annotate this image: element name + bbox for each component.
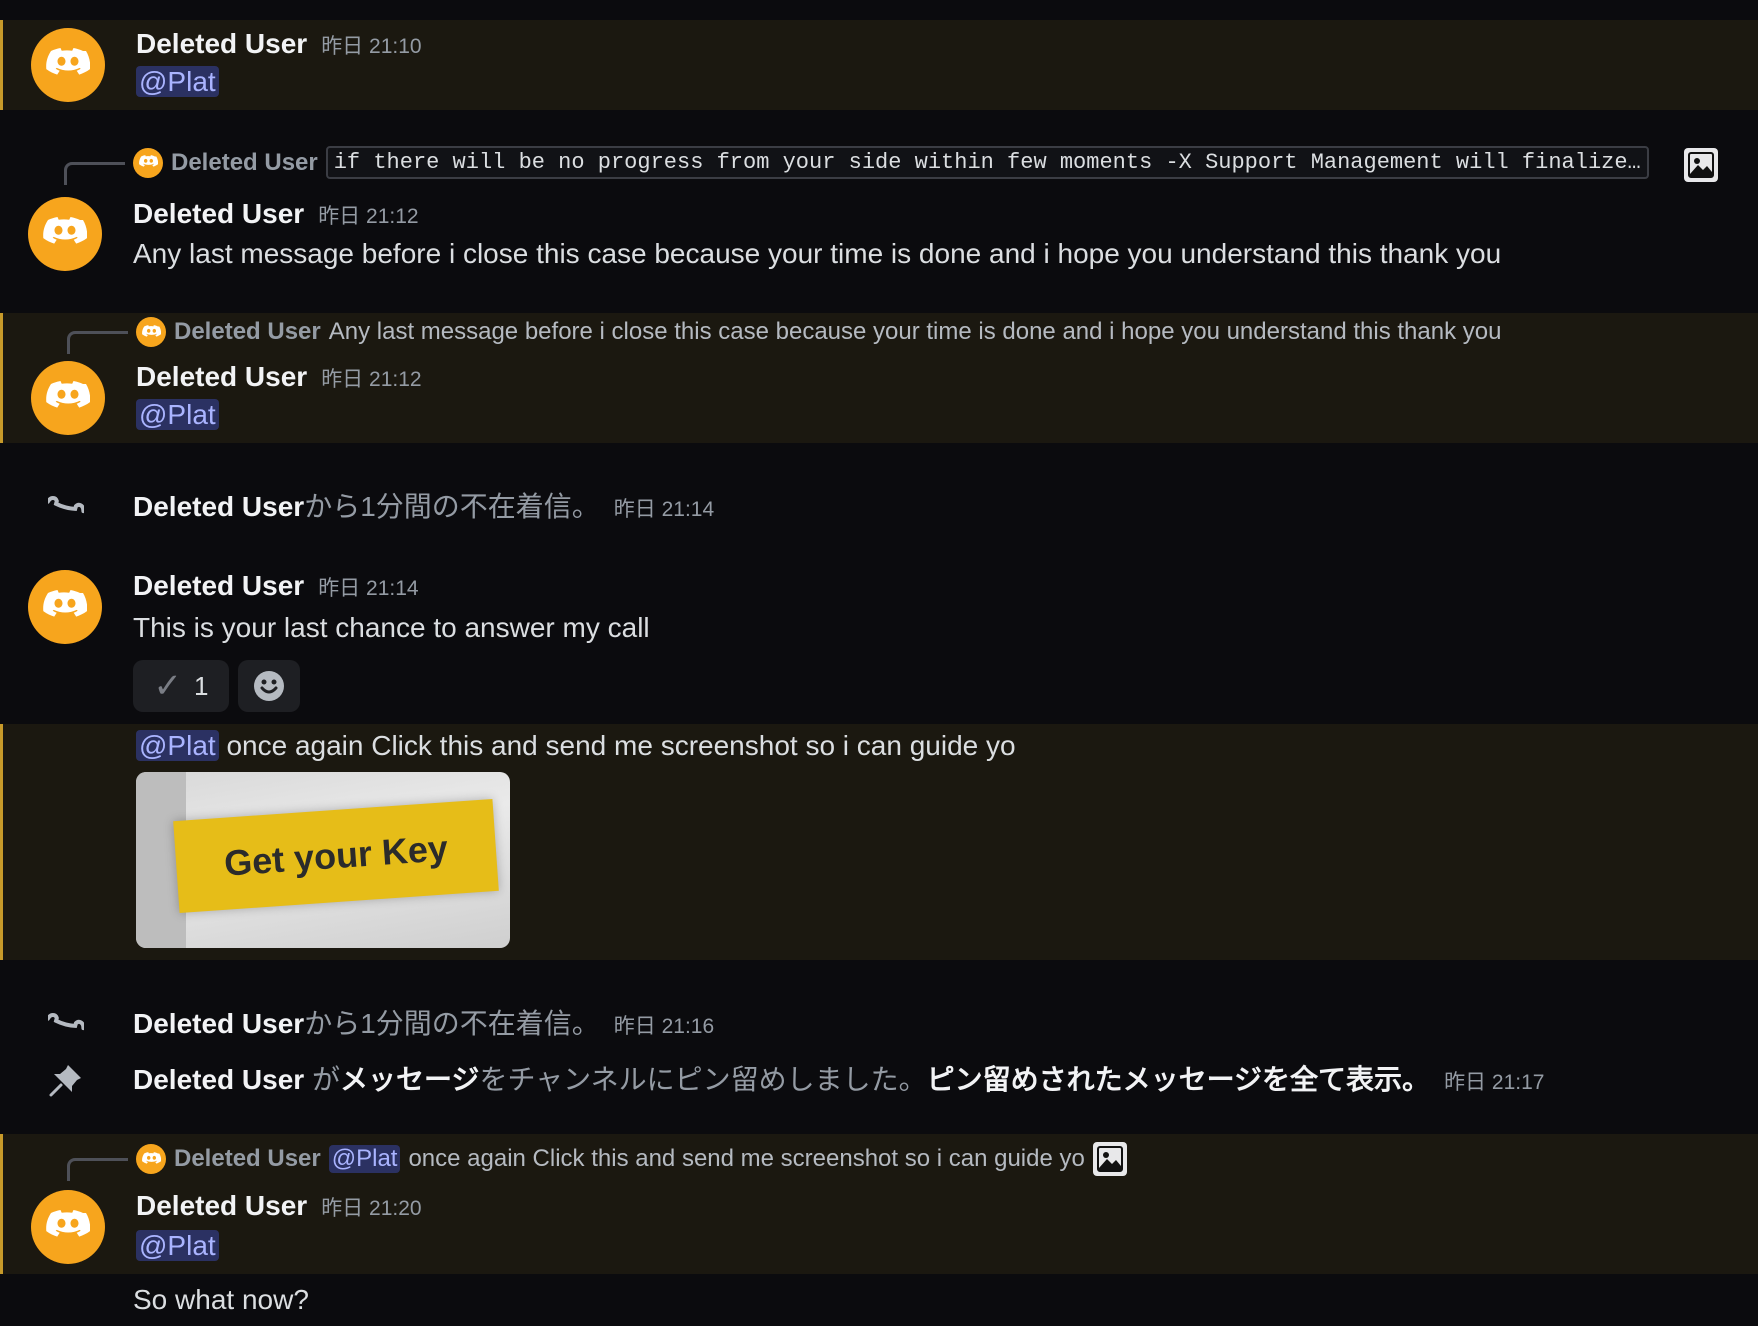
message-1[interactable]: Deleted User 昨日 21:10 @Plat — [0, 20, 1758, 110]
message-content: @Plat — [136, 399, 219, 431]
add-reaction-button[interactable] — [238, 660, 300, 712]
user-mention[interactable]: @Plat — [328, 1145, 401, 1173]
message-header: Deleted User 昨日 21:10 — [136, 28, 422, 60]
discord-logo-icon — [136, 317, 166, 347]
caller-name[interactable]: Deleted User — [133, 1008, 304, 1039]
message-2[interactable]: Deleted User if there will be no progres… — [0, 140, 1758, 280]
reply-author[interactable]: Deleted User — [174, 1145, 321, 1173]
discord-logo-icon[interactable] — [31, 28, 105, 102]
message-5[interactable]: Deleted User 昨日 21:14 This is your last c… — [0, 566, 1758, 716]
image-icon — [1092, 1142, 1127, 1176]
message-header: Deleted User 昨日 21:20 — [136, 1190, 422, 1222]
pinner-name[interactable]: Deleted User — [133, 1064, 304, 1095]
missed-call-text: Deleted Userから1分間の不在着信。 昨日 21:16 — [133, 1008, 715, 1039]
pin-text: Deleted User がメッセージをチャンネルにピン留めしました。ピン留めさ… — [133, 1064, 1545, 1095]
discord-logo-icon — [136, 1144, 166, 1174]
author-name[interactable]: Deleted User — [136, 361, 307, 392]
timestamp: 昨日 21:17 — [1444, 1071, 1545, 1094]
reply-preview[interactable]: Deleted User if there will be no progres… — [133, 146, 1649, 179]
reply-preview[interactable]: Deleted User @Plat once again Click this… — [136, 1142, 1127, 1176]
timestamp: 昨日 21:16 — [613, 1015, 715, 1038]
message-content: @Plat — [136, 66, 219, 98]
view-all-pins-link[interactable]: ピン留めされたメッセージを全て表示。 — [927, 1064, 1430, 1095]
message-header: Deleted User 昨日 21:12 — [136, 361, 422, 393]
reply-connector — [67, 331, 128, 354]
message-9[interactable]: Deleted User @Plat once again Click this… — [0, 1134, 1758, 1274]
message-text: This is your last chance to answer my ca… — [133, 612, 650, 643]
missed-call-icon — [48, 1012, 84, 1031]
reply-text: once again Click this and send me screen… — [408, 1145, 1085, 1172]
message-header: Deleted User 昨日 21:14 — [133, 570, 419, 602]
discord-logo-icon[interactable] — [28, 197, 102, 271]
user-mention[interactable]: @Plat — [136, 399, 219, 430]
reply-author[interactable]: Deleted User — [171, 149, 318, 177]
message-content: @Plat — [136, 1230, 219, 1262]
discord-logo-icon[interactable] — [31, 1190, 105, 1264]
reply-author[interactable]: Deleted User — [174, 318, 321, 346]
missed-call-icon — [48, 495, 84, 514]
check-mark-icon: ✓ — [153, 667, 183, 705]
discord-logo-icon[interactable] — [28, 570, 102, 644]
reaction-check[interactable]: ✓ 1 — [133, 660, 229, 712]
timestamp: 昨日 21:14 — [613, 498, 715, 521]
user-mention[interactable]: @Plat — [136, 1230, 219, 1261]
author-name[interactable]: Deleted User — [136, 28, 307, 59]
author-name[interactable]: Deleted User — [136, 1190, 307, 1221]
message-text: Any last message before i close this cas… — [133, 238, 1502, 269]
reply-preview[interactable]: Deleted User Any last message before i c… — [136, 317, 1501, 347]
caller-name[interactable]: Deleted User — [133, 491, 304, 522]
message-header: Deleted User 昨日 21:12 — [133, 198, 419, 230]
missed-call-notice-2: Deleted Userから1分間の不在着信。 昨日 21:16 — [0, 1002, 1758, 1042]
reply-connector — [64, 162, 125, 185]
reply-text: if there will be no progress from your s… — [325, 146, 1649, 179]
message-3[interactable]: Deleted User Any last message before i c… — [0, 313, 1758, 443]
message-text: So what now? — [133, 1284, 309, 1315]
user-mention[interactable]: @Plat — [136, 730, 219, 761]
message-6[interactable]: @Plat once again Click this and send me … — [0, 724, 1758, 960]
pinned-message-link[interactable]: メッセージ — [340, 1064, 479, 1095]
missed-call-notice-1: Deleted Userから1分間の不在着信。 昨日 21:14 — [0, 485, 1758, 525]
image-attachment[interactable]: Get your Key — [136, 772, 510, 948]
chat-log: Deleted User 昨日 21:10 @Plat Deleted User … — [0, 0, 1758, 1326]
discord-logo-icon — [133, 147, 163, 178]
pin-notice: Deleted User がメッセージをチャンネルにピン留めしました。ピン留めさ… — [0, 1058, 1758, 1100]
timestamp: 昨日 21:14 — [318, 577, 419, 600]
timestamp: 昨日 21:12 — [318, 205, 419, 228]
message-content: @Plat once again Click this and send me … — [136, 730, 1016, 762]
author-name[interactable]: Deleted User — [133, 198, 304, 229]
pin-icon — [49, 1065, 81, 1097]
discord-logo-icon[interactable] — [31, 361, 105, 435]
timestamp: 昨日 21:12 — [321, 368, 422, 391]
message-text: once again Click this and send me screen… — [226, 730, 1016, 761]
missed-call-text: Deleted Userから1分間の不在着信。 昨日 21:14 — [133, 491, 715, 522]
author-name[interactable]: Deleted User — [133, 570, 304, 601]
user-mention[interactable]: @Plat — [136, 66, 219, 97]
reply-connector — [67, 1158, 128, 1181]
image-icon — [1684, 148, 1718, 182]
attachment-caption: Get your Key — [222, 827, 450, 884]
reply-text: Any last message before i close this cas… — [328, 318, 1502, 345]
smile-icon — [254, 671, 284, 701]
reaction-count: 1 — [194, 670, 209, 701]
attachment-strip: Get your Key — [173, 798, 499, 914]
timestamp: 昨日 21:10 — [321, 35, 422, 58]
timestamp: 昨日 21:20 — [321, 1197, 422, 1220]
